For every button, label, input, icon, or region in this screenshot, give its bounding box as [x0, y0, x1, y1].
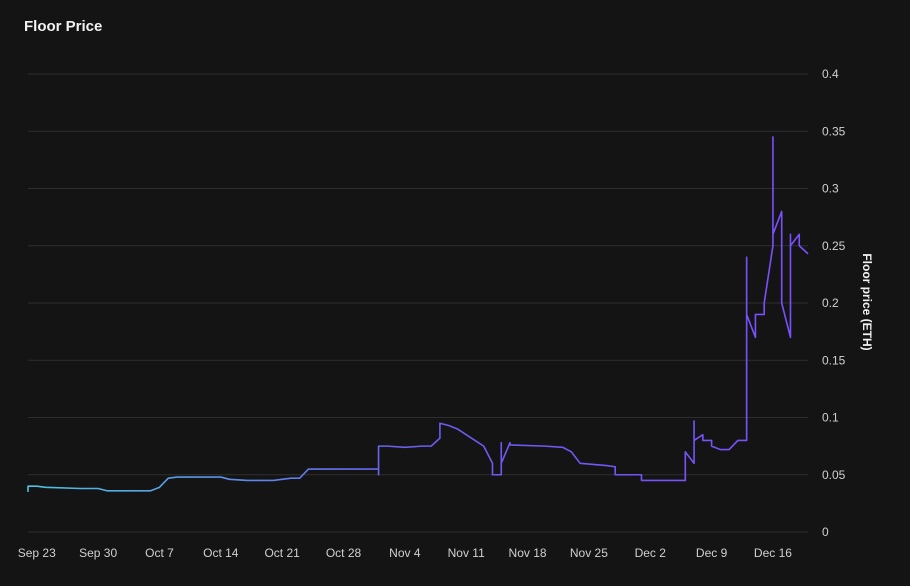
x-tick-label: Dec 9	[696, 546, 728, 560]
y-tick-label: 0.2	[822, 296, 839, 310]
y-axis-title: Floor price (ETH)	[860, 253, 874, 350]
y-tick-label: 0.4	[822, 67, 839, 81]
y-tick-label: 0.15	[822, 353, 846, 367]
floor-price-line	[27, 136, 809, 492]
x-tick-label: Sep 30	[79, 546, 117, 560]
x-tick-label: Nov 18	[509, 546, 547, 560]
chart-card: Floor Price 0 0.05 0.1 0.15 0.2 0.25 0.3 0.35 0.…	[0, 0, 910, 586]
y-tick-label: 0.05	[822, 468, 846, 482]
x-tick-label: Oct 28	[326, 546, 362, 560]
x-tick-label: Sep 23	[18, 546, 56, 560]
y-tick-label: 0.35	[822, 124, 846, 138]
y-tick-label: 0.25	[822, 239, 846, 253]
x-tick-label: Nov 4	[389, 546, 421, 560]
x-tick-label: Dec 16	[754, 546, 792, 560]
series-layer	[27, 136, 809, 492]
x-tick-label: Oct 7	[145, 546, 174, 560]
x-tick-label: Oct 14	[203, 546, 239, 560]
x-tick-label: Nov 11	[448, 546, 485, 560]
x-tick-label: Oct 21	[264, 546, 300, 560]
line-chart: 00.050.10.150.20.250.30.350.4 Sep 23 Sep …	[18, 67, 874, 560]
grid-lines	[28, 73, 808, 533]
y-tick-label: 0.3	[822, 182, 839, 196]
y-tick-labels: 0 0.05 0.1 0.15 0.2 0.25 0.3 0.35 0.4	[822, 67, 846, 539]
y-tick-label: 0	[822, 525, 829, 539]
x-tick-label: Dec 2	[635, 546, 667, 560]
y-tick-label: 0.1	[822, 411, 839, 425]
x-tick-labels: Sep 23 Sep 30 Oct 7 Oct 14 Oct 21 Oct 28 Nov 4…	[18, 546, 793, 560]
x-tick-label: Nov 25	[570, 546, 608, 560]
